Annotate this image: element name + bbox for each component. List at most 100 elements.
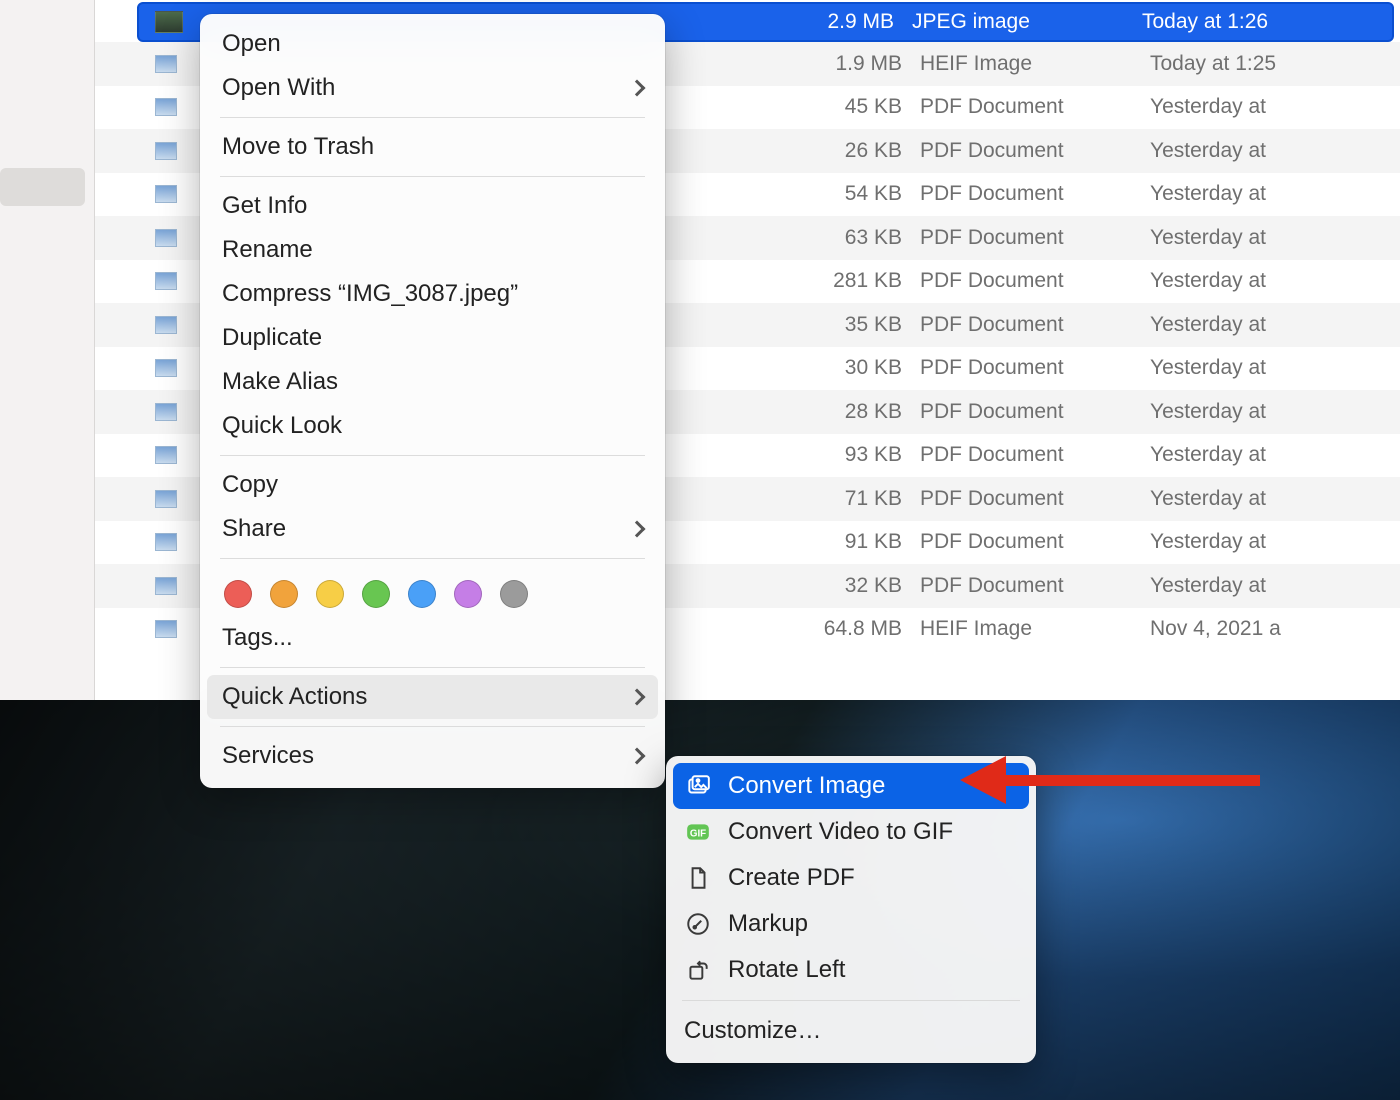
menu-separator	[220, 176, 645, 177]
submenu-label: Markup	[728, 910, 808, 938]
file-size: 71 KB	[790, 487, 920, 511]
menu-services[interactable]: Services	[200, 734, 665, 778]
file-thumbnail-icon	[155, 490, 177, 508]
menu-quick-actions[interactable]: Quick Actions	[207, 675, 658, 719]
file-size: 1.9 MB	[790, 52, 920, 76]
tag-color-dot[interactable]	[224, 580, 252, 608]
file-kind: PDF Document	[920, 139, 1150, 163]
file-thumbnail-icon	[155, 577, 177, 595]
menu-get-info[interactable]: Get Info	[200, 184, 665, 228]
chevron-right-icon	[629, 80, 646, 97]
tag-color-dot[interactable]	[316, 580, 344, 608]
menu-rename[interactable]: Rename	[200, 228, 665, 272]
file-kind: PDF Document	[920, 226, 1150, 250]
tag-color-dot[interactable]	[408, 580, 436, 608]
menu-separator	[220, 455, 645, 456]
submenu-label: Rotate Left	[728, 956, 845, 984]
file-kind: PDF Document	[920, 487, 1150, 511]
file-size: 91 KB	[790, 530, 920, 554]
file-thumbnail-icon	[155, 446, 177, 464]
file-kind: PDF Document	[920, 269, 1150, 293]
file-kind: PDF Document	[920, 182, 1150, 206]
tag-color-row	[200, 566, 665, 616]
menu-open-with[interactable]: Open With	[200, 66, 665, 110]
submenu-convert-image[interactable]: Convert Image	[673, 763, 1029, 809]
chevron-right-icon	[629, 521, 646, 538]
file-kind: PDF Document	[920, 356, 1150, 380]
context-menu: Open Open With Move to Trash Get Info Re…	[200, 14, 665, 788]
rotate-left-icon	[684, 956, 712, 984]
file-kind: JPEG image	[912, 10, 1142, 34]
file-date: Yesterday at	[1150, 269, 1390, 293]
file-date: Yesterday at	[1150, 226, 1390, 250]
file-thumbnail-icon	[155, 359, 177, 377]
menu-quick-look[interactable]: Quick Look	[200, 404, 665, 448]
markup-icon	[684, 910, 712, 938]
tag-color-dot[interactable]	[362, 580, 390, 608]
file-thumbnail-icon	[155, 272, 177, 290]
file-thumbnail-icon	[155, 620, 177, 638]
file-size: 2.9 MB	[782, 10, 912, 34]
file-thumbnail-icon	[155, 403, 177, 421]
menu-make-alias[interactable]: Make Alias	[200, 360, 665, 404]
menu-share[interactable]: Share	[200, 507, 665, 551]
tag-color-dot[interactable]	[454, 580, 482, 608]
file-kind: PDF Document	[920, 443, 1150, 467]
menu-tags[interactable]: Tags...	[200, 616, 665, 660]
file-date: Yesterday at	[1150, 530, 1390, 554]
file-size: 26 KB	[790, 139, 920, 163]
menu-separator	[220, 667, 645, 668]
file-kind: PDF Document	[920, 95, 1150, 119]
submenu-markup[interactable]: Markup	[666, 901, 1036, 947]
file-thumbnail-icon	[155, 229, 177, 247]
file-size: 281 KB	[790, 269, 920, 293]
file-size: 30 KB	[790, 356, 920, 380]
menu-copy[interactable]: Copy	[200, 463, 665, 507]
sidebar-selected-item[interactable]	[0, 168, 85, 206]
chevron-right-icon	[629, 689, 646, 706]
file-date: Yesterday at	[1150, 182, 1390, 206]
submenu-rotate-left[interactable]: Rotate Left	[666, 947, 1036, 993]
file-date: Yesterday at	[1150, 443, 1390, 467]
file-size: 93 KB	[790, 443, 920, 467]
file-date: Nov 4, 2021 a	[1150, 617, 1390, 641]
file-thumbnail-icon	[155, 533, 177, 551]
menu-duplicate[interactable]: Duplicate	[200, 316, 665, 360]
file-kind: PDF Document	[920, 530, 1150, 554]
file-thumbnail-icon	[155, 185, 177, 203]
file-date: Yesterday at	[1150, 356, 1390, 380]
menu-open[interactable]: Open	[200, 22, 665, 66]
file-date: Yesterday at	[1150, 574, 1390, 598]
file-size: 54 KB	[790, 182, 920, 206]
file-kind: PDF Document	[920, 400, 1150, 424]
submenu-label: Create PDF	[728, 864, 855, 892]
submenu-label: Customize…	[684, 1017, 821, 1045]
menu-separator	[220, 558, 645, 559]
menu-separator	[220, 117, 645, 118]
submenu-customize[interactable]: Customize…	[666, 1008, 1036, 1054]
submenu-convert-video-gif[interactable]: GIF Convert Video to GIF	[666, 809, 1036, 855]
file-date: Yesterday at	[1150, 139, 1390, 163]
file-size: 64.8 MB	[790, 617, 920, 641]
file-kind: PDF Document	[920, 313, 1150, 337]
file-thumbnail-icon	[155, 55, 177, 73]
svg-text:GIF: GIF	[690, 828, 706, 839]
tag-color-dot[interactable]	[500, 580, 528, 608]
file-kind: PDF Document	[920, 574, 1150, 598]
file-size: 28 KB	[790, 400, 920, 424]
image-stack-icon	[684, 772, 712, 800]
tag-color-dot[interactable]	[270, 580, 298, 608]
menu-separator	[220, 726, 645, 727]
file-date: Yesterday at	[1150, 313, 1390, 337]
file-kind: HEIF Image	[920, 617, 1150, 641]
file-date: Today at 1:26	[1142, 10, 1382, 34]
file-date: Yesterday at	[1150, 400, 1390, 424]
menu-move-to-trash[interactable]: Move to Trash	[200, 125, 665, 169]
menu-compress[interactable]: Compress “IMG_3087.jpeg”	[200, 272, 665, 316]
file-thumbnail-icon	[155, 11, 183, 33]
gif-badge-icon: GIF	[684, 818, 712, 846]
file-thumbnail-icon	[155, 142, 177, 160]
file-kind: HEIF Image	[920, 52, 1150, 76]
submenu-create-pdf[interactable]: Create PDF	[666, 855, 1036, 901]
file-thumbnail-icon	[155, 316, 177, 334]
